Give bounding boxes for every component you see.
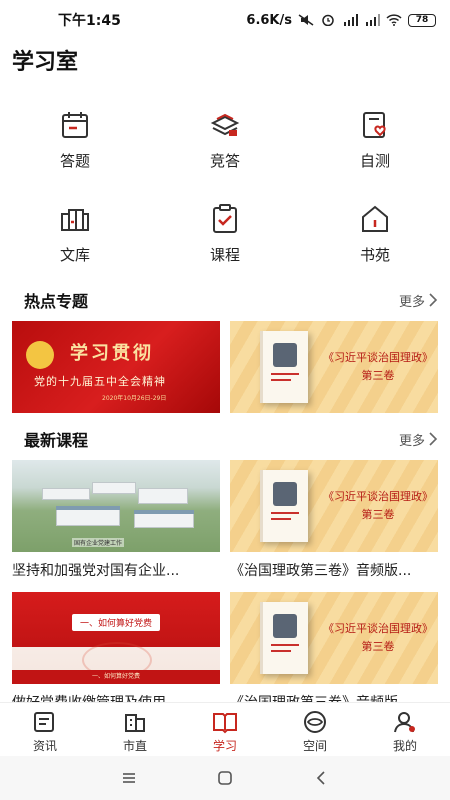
clipboard-check-icon	[213, 204, 237, 233]
thumbnail-footer: 一、如何算好党费	[12, 670, 220, 684]
system-nav-bar	[0, 756, 450, 800]
course-thumbnail: 《习近平谈治国理政》第三卷	[230, 460, 438, 552]
grid-item-label: 竞答	[209, 152, 240, 170]
nav-item-study[interactable]: 学习	[180, 703, 270, 756]
hot-topic-card[interactable]: 《习近平谈治国理政》第三卷	[230, 321, 438, 413]
course-card[interactable]: 《习近平谈治国理政》第三卷 《治国理政第三卷》音频版...	[230, 460, 438, 580]
calendar-icon	[62, 112, 88, 138]
course-card[interactable]: 国有企业党建工作 坚持和加强党对国有企业...	[12, 460, 220, 580]
library-icon	[61, 209, 89, 231]
course-thumbnail: 《习近平谈治国理政》第三卷	[230, 592, 438, 684]
section-title: 热点专题	[24, 292, 89, 311]
nav-label: 我的	[392, 739, 417, 753]
nav-label: 资讯	[32, 739, 57, 753]
grid-item-label: 书苑	[359, 246, 390, 264]
status-icons: 6.6K/s 78	[246, 13, 436, 28]
chevron-right-icon	[429, 293, 438, 307]
banner-image: 学习贯彻 党的十九届五中全会精神 2020年10月26日-29日	[12, 321, 220, 413]
nav-item-city[interactable]: 市直	[90, 703, 180, 756]
books-icon	[210, 113, 240, 136]
thumbnail-tag: 一、如何算好党费	[72, 614, 161, 631]
house-icon	[362, 205, 388, 232]
hot-topic-card[interactable]: 学习贯彻 党的十九届五中全会精神 2020年10月26日-29日	[12, 321, 220, 413]
grid-item-answer[interactable]: 答题	[0, 108, 150, 171]
banner-text: 《习近平谈治国理政》第三卷	[323, 351, 433, 382]
banner-headline: 学习贯彻	[70, 343, 154, 364]
latest-courses-header: 最新课程 更多	[24, 427, 438, 451]
book-open-icon	[213, 713, 237, 734]
grid-item-label: 课程	[209, 246, 240, 264]
grid-item-selftest[interactable]: 自测	[300, 108, 450, 171]
clipboard-heart-icon	[363, 112, 386, 138]
alarm-icon	[322, 14, 334, 26]
nav-item-news[interactable]: 资讯	[0, 703, 90, 756]
grid-item-label: 文库	[59, 246, 90, 264]
mute-icon	[298, 14, 314, 26]
nav-item-mine[interactable]: 我的	[360, 703, 450, 756]
nav-label: 空间	[302, 739, 327, 753]
chevron-right-icon	[429, 432, 438, 446]
signal-icon	[366, 14, 380, 26]
more-label: 更多	[398, 294, 425, 310]
user-icon	[394, 712, 415, 733]
grid-item-label: 答题	[59, 152, 90, 170]
home-square-icon[interactable]	[217, 770, 233, 786]
grid-item-bookhouse[interactable]: 书苑	[300, 202, 450, 265]
course-thumbnail: 一、如何算好党费 一、如何算好党费	[12, 592, 220, 684]
section-title: 最新课程	[24, 431, 89, 450]
banner-text: 《习近平谈治国理政》第三卷	[323, 490, 433, 521]
banner-text: 《习近平谈治国理政》第三卷	[323, 622, 433, 653]
feature-grid-row-2: 文库 课程 书苑	[0, 202, 450, 265]
party-emblem-icon	[26, 341, 54, 369]
nav-label: 市直	[122, 739, 147, 753]
book-cover	[260, 602, 308, 674]
course-title: 坚持和加强党对国有企业...	[12, 563, 180, 579]
more-label: 更多	[398, 433, 425, 449]
course-thumbnail: 国有企业党建工作	[12, 460, 220, 552]
course-card[interactable]: 《习近平谈治国理政》第三卷 《治国理政第三卷》音频版...	[230, 592, 438, 712]
building-icon	[125, 714, 145, 732]
status-bar: 下午1:45 6.6K/s 78	[0, 0, 450, 40]
banner-subline: 党的十九届五中全会精神	[34, 375, 166, 388]
back-icon[interactable]	[313, 770, 329, 786]
menu-icon[interactable]	[121, 770, 137, 786]
thumbnail-caption: 国有企业党建工作	[72, 538, 125, 547]
grid-item-label: 自测	[359, 152, 390, 170]
feature-grid-row-1: 答题 竞答 自测	[0, 108, 450, 171]
book-cover	[260, 331, 308, 403]
nav-item-space[interactable]: 空间	[270, 703, 360, 756]
banner-image: 《习近平谈治国理政》第三卷	[230, 321, 438, 413]
news-icon	[34, 712, 54, 732]
more-link[interactable]: 更多	[399, 430, 438, 449]
nav-label: 学习	[212, 739, 237, 753]
course-title: 《治国理政第三卷》音频版...	[230, 563, 412, 579]
status-time: 下午1:45	[58, 13, 121, 29]
course-card[interactable]: 一、如何算好党费 一、如何算好党费 做好党费收缴管理及使用...	[12, 592, 220, 712]
signal-icon	[344, 14, 358, 26]
page-title: 学习室	[12, 50, 79, 75]
grid-item-library[interactable]: 文库	[0, 202, 150, 265]
hot-topics-header: 热点专题 更多	[24, 288, 438, 312]
book-cover	[260, 470, 308, 542]
grid-item-course[interactable]: 课程	[150, 202, 300, 265]
more-link[interactable]: 更多	[399, 291, 438, 310]
grid-item-contest[interactable]: 竞答	[150, 108, 300, 171]
wifi-icon	[386, 14, 402, 26]
bottom-nav: 资讯 市直 学习 空间 我的	[0, 702, 450, 756]
battery-icon: 78	[408, 13, 436, 27]
eye-icon	[304, 711, 326, 733]
banner-date: 2020年10月26日-29日	[102, 395, 167, 402]
network-speed: 6.6K/s	[246, 12, 292, 28]
